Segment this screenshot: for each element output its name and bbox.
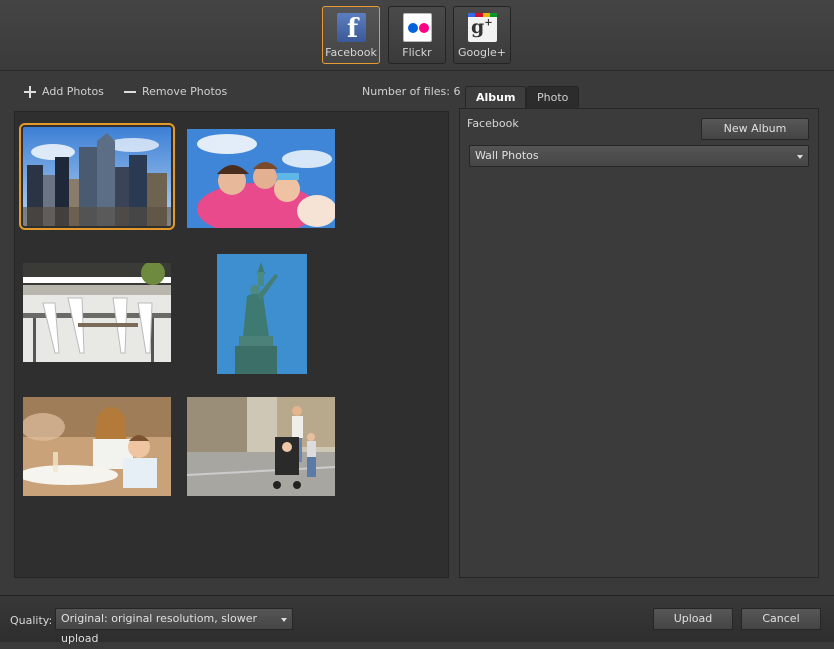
service-label: Facebook (325, 46, 377, 59)
chevron-down-icon (281, 618, 287, 622)
photo-thumbnail[interactable] (187, 397, 335, 496)
quality-select-value: Original: original resolutiom, slower up… (61, 612, 258, 645)
footer-bar: Quality: Original: original resolutiom, … (0, 595, 834, 645)
service-label: Flickr (402, 46, 432, 59)
add-icon[interactable] (24, 86, 36, 98)
add-photos-button[interactable]: Add Photos (42, 83, 104, 101)
album-select[interactable]: Wall Photos (469, 145, 809, 167)
photo-thumbnail[interactable] (19, 123, 175, 230)
cancel-button[interactable]: Cancel (741, 608, 821, 630)
file-count: Number of files: 6 (362, 85, 461, 98)
upload-button[interactable]: Upload (653, 608, 733, 630)
photo-thumbnail[interactable] (187, 129, 335, 228)
remove-photos-button[interactable]: Remove Photos (142, 83, 227, 101)
facebook-icon: f (337, 13, 366, 42)
album-select-value: Wall Photos (475, 149, 539, 162)
service-toolbar: f Facebook Flickr g+ Google+ (0, 0, 834, 71)
quality-select[interactable]: Original: original resolutiom, slower up… (55, 608, 293, 645)
facebook-service-button[interactable]: f Facebook (322, 6, 380, 64)
album-panel: Facebook New Album Wall Photos (459, 108, 819, 578)
photo-gallery[interactable] (14, 111, 449, 578)
flickr-service-button[interactable]: Flickr (388, 6, 446, 64)
chevron-down-icon (797, 155, 803, 159)
google-plus-icon: g+ (468, 13, 497, 42)
new-album-button[interactable]: New Album (701, 118, 809, 140)
flickr-icon (403, 13, 432, 42)
service-name-label: Facebook (467, 117, 519, 130)
service-label: Google+ (457, 46, 506, 59)
remove-icon[interactable] (124, 91, 136, 93)
photo-thumbnail[interactable] (23, 397, 171, 496)
photo-thumbnail[interactable] (217, 254, 307, 374)
tab-photo[interactable]: Photo (526, 86, 580, 108)
google-plus-service-button[interactable]: g+ Google+ (453, 6, 511, 64)
quality-label: Quality: (10, 614, 53, 627)
photo-thumbnail[interactable] (23, 263, 171, 362)
tab-album[interactable]: Album (465, 86, 527, 108)
